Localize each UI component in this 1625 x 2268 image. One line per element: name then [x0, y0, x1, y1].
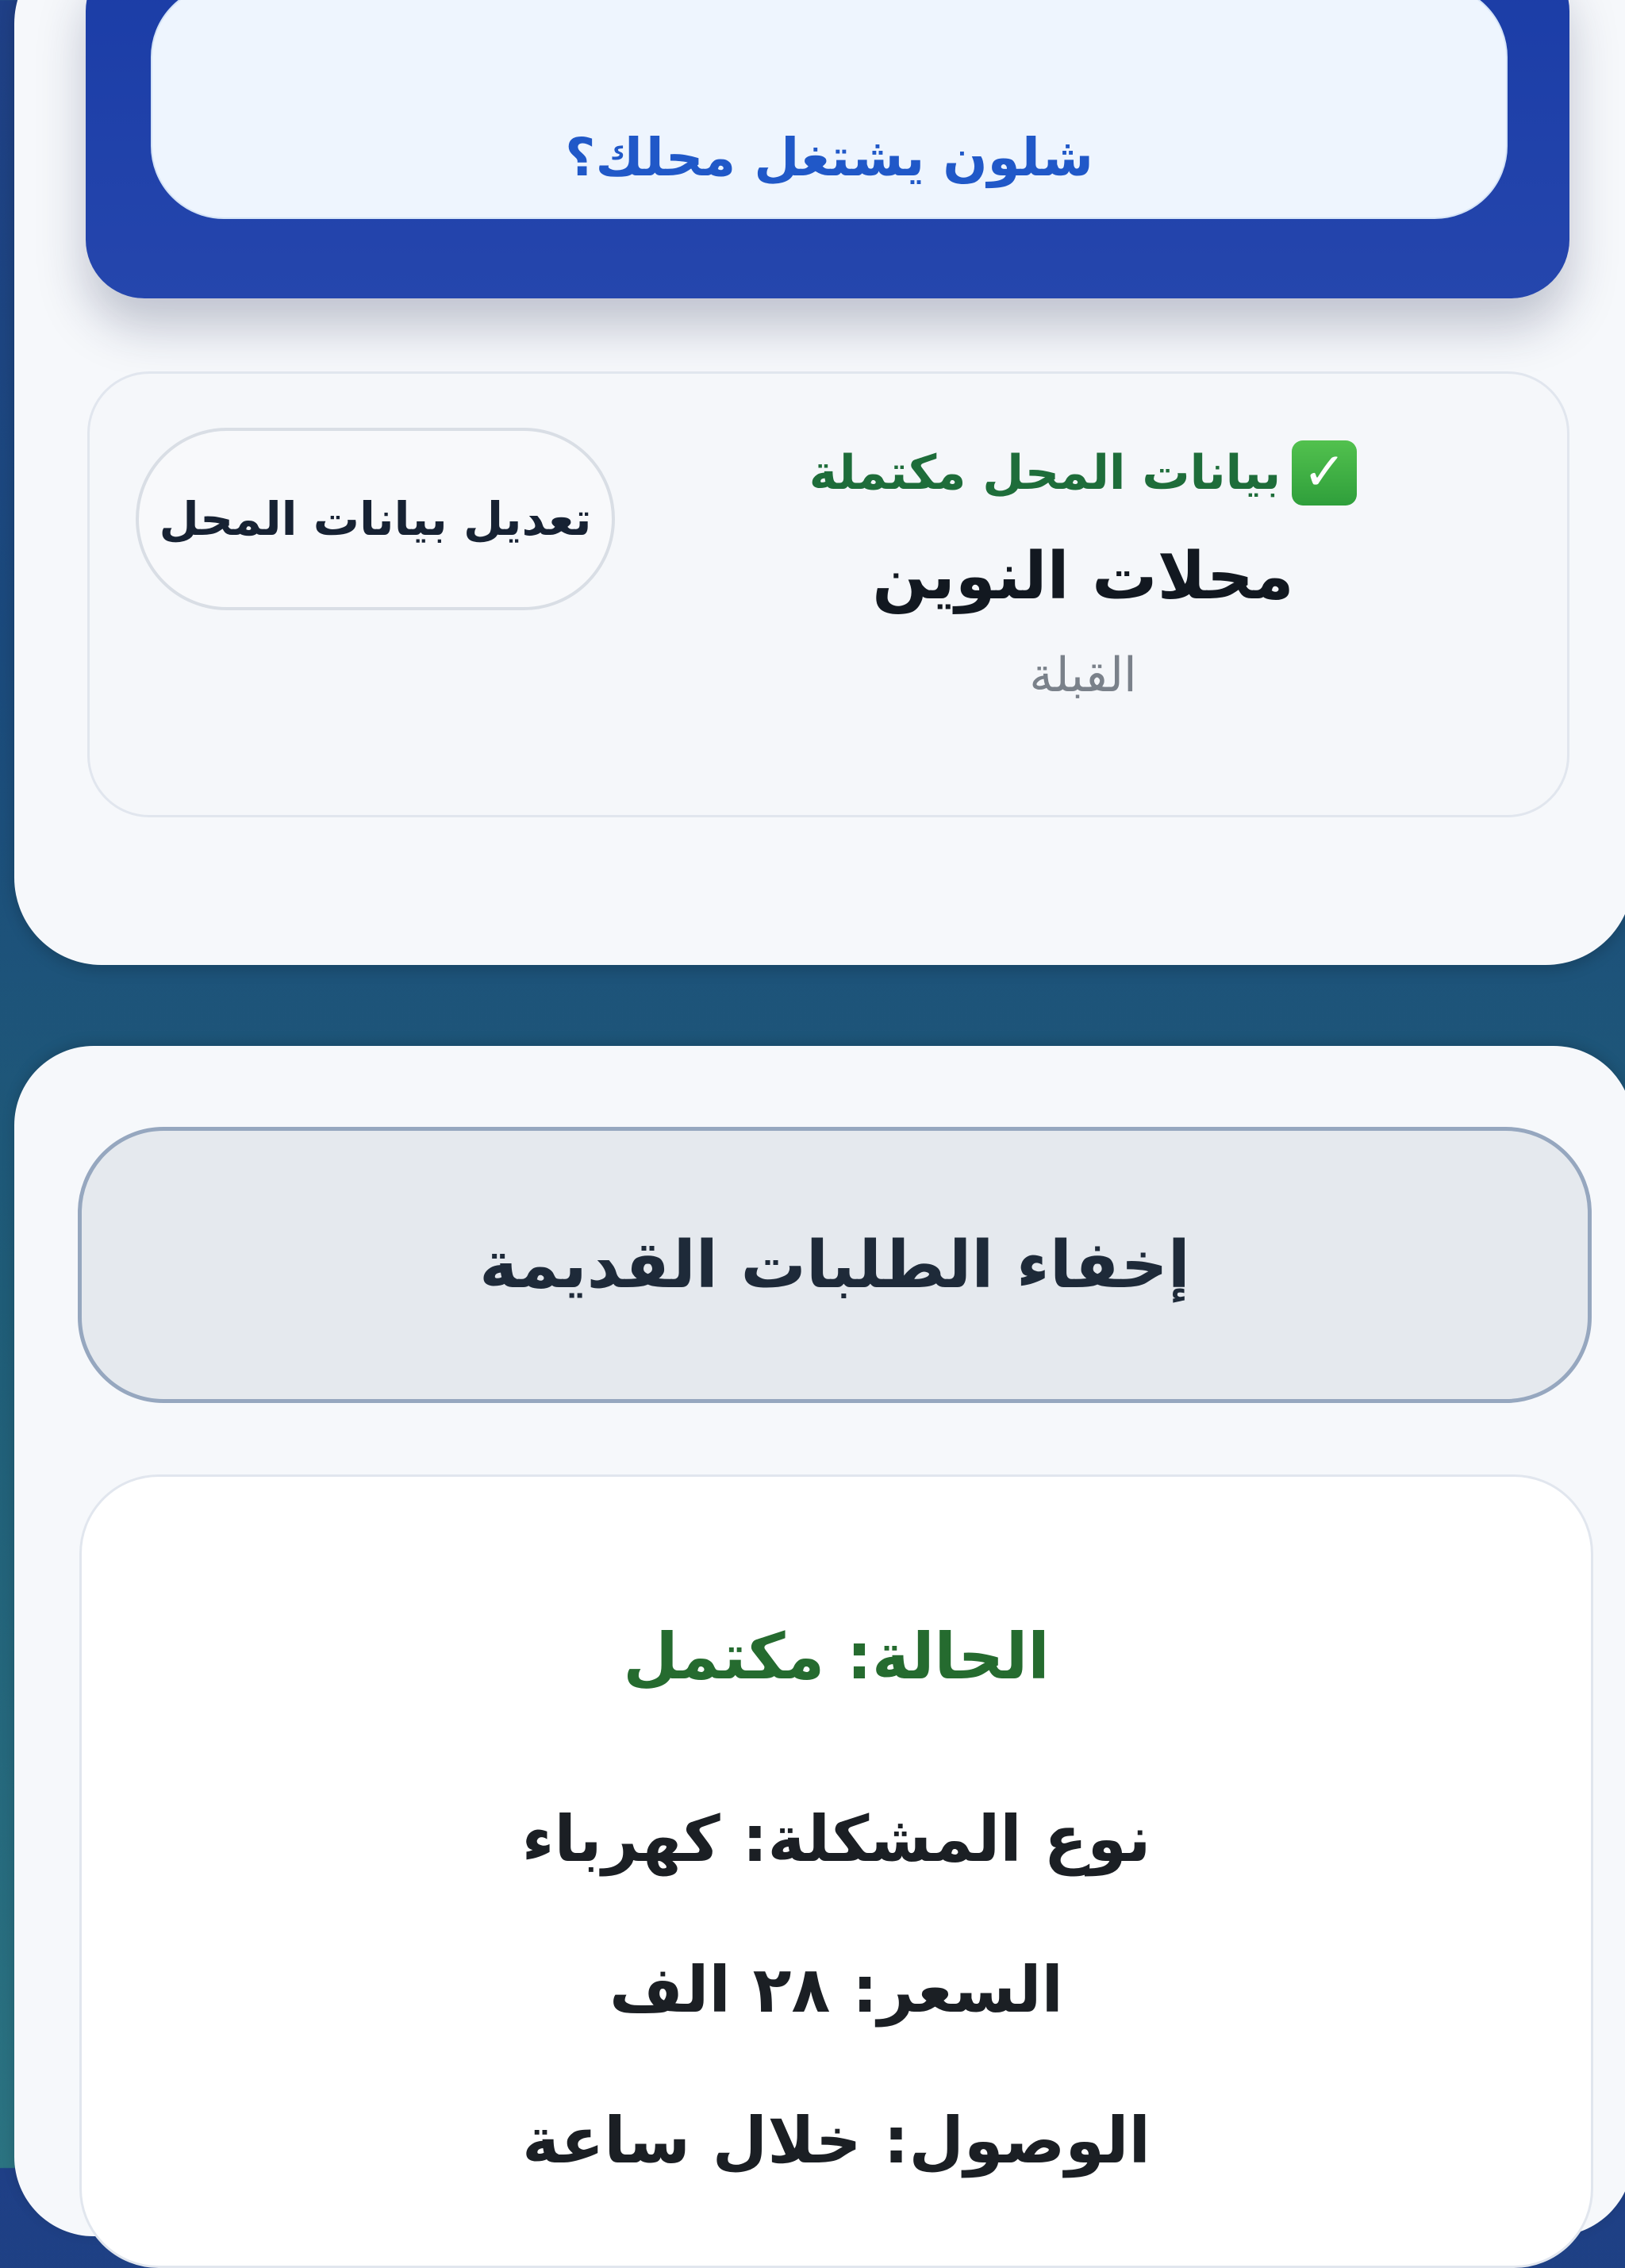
- edit-shop-data-button[interactable]: تعديل بيانات المحل: [136, 428, 615, 610]
- how-it-works-button[interactable]: شلون يشتغل محلك؟: [151, 0, 1508, 219]
- orders-panel: إخفاء الطلبات القديمة الحالة: مكتمل نوع …: [14, 1046, 1625, 2268]
- shop-data-status-text: بيانات المحل مكتملة: [809, 445, 1281, 501]
- shop-name: محلات النوين: [872, 539, 1294, 614]
- order-problem-type: نوع المشكلة: كهرباء: [521, 1802, 1151, 1876]
- shop-info: ✓ بيانات المحل مكتملة محلات النوين القبل…: [809, 437, 1358, 703]
- order-price: السعر: ٢٨ الف: [609, 1953, 1063, 2027]
- check-icon: ✓: [1292, 440, 1358, 505]
- hide-old-orders-label: إخفاء الطلبات القديمة: [479, 1227, 1190, 1303]
- how-it-works-label: شلون يشتغل محلك؟: [565, 126, 1093, 188]
- shop-area: القبلة: [1029, 648, 1137, 703]
- shop-data-status: ✓ بيانات المحل مكتملة: [809, 437, 1358, 509]
- shop-details-card: ✓ بيانات المحل مكتملة محلات النوين القبل…: [87, 371, 1569, 817]
- edit-shop-data-label: تعديل بيانات المحل: [159, 492, 592, 546]
- order-card: الحالة: مكتمل نوع المشكلة: كهرباء السعر:…: [79, 1474, 1593, 2268]
- order-arrival: الوصول: خلال ساعة: [522, 2104, 1151, 2178]
- order-status: الحالة: مكتمل: [623, 1620, 1050, 1693]
- hide-old-orders-button[interactable]: إخفاء الطلبات القديمة: [78, 1127, 1592, 1403]
